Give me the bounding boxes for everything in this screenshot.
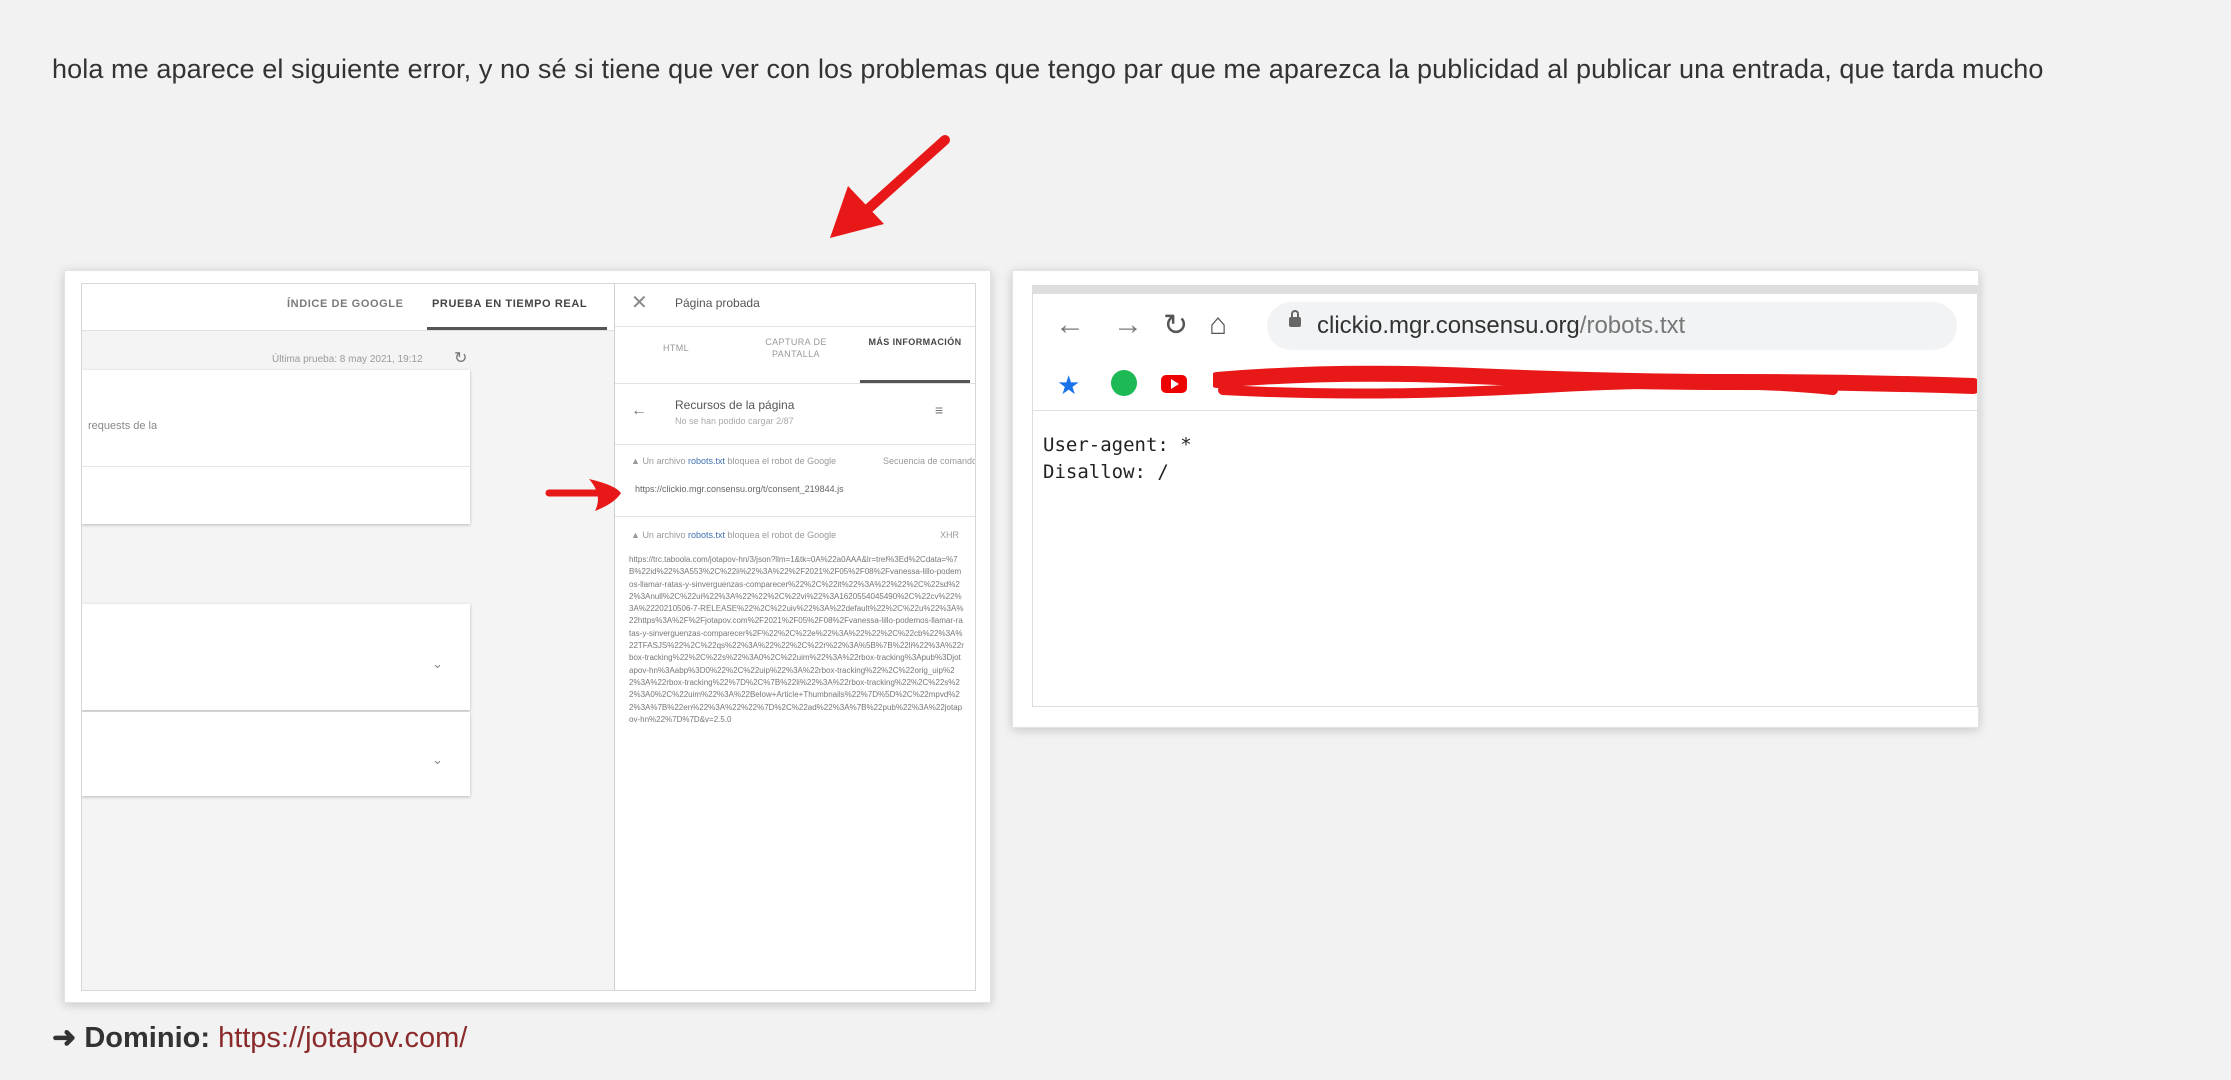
resource-type: XHR bbox=[940, 530, 960, 540]
chevron-down-icon[interactable]: ⌄ bbox=[432, 656, 443, 672]
lock-icon bbox=[1289, 310, 1301, 327]
post-intro-text: hola me aparece el siguiente error, y no… bbox=[52, 54, 2044, 84]
tab-screenshot[interactable]: CAPTURA DE PANTALLA bbox=[755, 336, 837, 360]
warning-icon: ▲ bbox=[631, 530, 640, 540]
blocked-resource-long-url: https://trc.taboola.com/jotapov-hn/3/jso… bbox=[629, 555, 964, 724]
active-tab-indicator bbox=[427, 327, 607, 330]
robots-txt-screenshot: ← → ↻ ⌂ clickio.mgr.consensu.org/robots.… bbox=[1012, 270, 1979, 728]
resources-subtitle: No se han podido cargar 2/87 bbox=[675, 416, 794, 426]
robots-link[interactable]: robots.txt bbox=[688, 456, 725, 466]
url-host: clickio.mgr.consensu.org bbox=[1317, 312, 1580, 339]
domain-link[interactable]: https://jotapov.com/ bbox=[218, 1022, 467, 1054]
resource-type: Secuencia de comandos bbox=[883, 456, 976, 466]
bookmarks-bar: ★ bbox=[1033, 360, 1977, 410]
robots-link[interactable]: robots.txt bbox=[688, 530, 725, 540]
expandable-card[interactable]: ⌄ bbox=[82, 604, 470, 710]
panel-title: Página probada bbox=[675, 296, 760, 310]
last-test-timestamp: Última prueba: 8 may 2021, 19:12 bbox=[272, 354, 423, 365]
robots-txt-content: User-agent: * Disallow: / bbox=[1043, 434, 1192, 483]
result-card: requests de la bbox=[82, 370, 470, 524]
domain-label: ➜ Dominio: bbox=[52, 1022, 210, 1054]
address-url: clickio.mgr.consensu.org/robots.txt bbox=[1317, 312, 1685, 340]
tab-live-test[interactable]: PRUEBA EN TIEMPO REAL bbox=[432, 298, 587, 310]
resources-title: Recursos de la página bbox=[675, 398, 795, 412]
warning-icon: ▲ bbox=[631, 456, 640, 466]
tested-page-panel: ✕ Página probada HTML CAPTURA DE PANTALL… bbox=[615, 284, 975, 990]
tab-more-info[interactable]: MÁS INFORMACIÓN bbox=[867, 336, 963, 348]
address-bar[interactable]: clickio.mgr.consensu.org/robots.txt bbox=[1267, 302, 1957, 350]
chevron-down-icon[interactable]: ⌄ bbox=[432, 752, 443, 768]
domain-line: ➜ Dominio: https://jotapov.com/ bbox=[52, 1020, 467, 1055]
card-text: requests de la bbox=[88, 420, 158, 432]
expandable-card[interactable]: ⌄ bbox=[82, 712, 470, 796]
spotify-bookmark-icon[interactable] bbox=[1111, 370, 1137, 396]
back-arrow-icon[interactable]: ← bbox=[631, 402, 647, 420]
url-path: /robots.txt bbox=[1579, 312, 1686, 339]
refresh-icon[interactable]: ↻ bbox=[454, 348, 467, 368]
warning-prefix: Un archivo bbox=[642, 456, 686, 466]
resource-warning[interactable]: ▲ Un archivo robots.txt bloquea el robot… bbox=[631, 456, 836, 466]
warning-prefix: Un archivo bbox=[642, 530, 686, 540]
warning-suffix: bloquea el robot de Google bbox=[727, 530, 837, 540]
inspection-pane: ÍNDICE DE GOOGLE PRUEBA EN TIEMPO REAL Ú… bbox=[82, 284, 615, 990]
resource-warning[interactable]: ▲ Un archivo robots.txt bloquea el robot… bbox=[631, 530, 836, 540]
red-pointer-arrow-icon bbox=[545, 479, 621, 511]
youtube-bookmark-icon[interactable] bbox=[1161, 375, 1187, 393]
home-icon[interactable]: ⌂ bbox=[1209, 308, 1227, 342]
arrow-right-icon[interactable]: → bbox=[1113, 308, 1143, 342]
search-console-screenshot: ÍNDICE DE GOOGLE PRUEBA EN TIEMPO REAL Ú… bbox=[64, 270, 991, 1003]
tab-google-index[interactable]: ÍNDICE DE GOOGLE bbox=[287, 298, 404, 310]
tab-html[interactable]: HTML bbox=[653, 342, 699, 354]
red-arrow-icon bbox=[830, 135, 950, 238]
blocked-resource-url: https://clickio.mgr.consensu.org/t/conse… bbox=[635, 484, 844, 494]
arrow-left-icon[interactable]: ← bbox=[1055, 308, 1085, 342]
reload-icon[interactable]: ↻ bbox=[1163, 308, 1188, 343]
red-scribble-redaction bbox=[1213, 365, 1977, 399]
filter-icon[interactable]: ≡ bbox=[935, 402, 943, 418]
close-icon[interactable]: ✕ bbox=[631, 290, 648, 315]
star-icon[interactable]: ★ bbox=[1057, 370, 1080, 401]
warning-suffix: bloquea el robot de Google bbox=[727, 456, 837, 466]
inspection-tabs: ÍNDICE DE GOOGLE PRUEBA EN TIEMPO REAL bbox=[82, 284, 614, 331]
